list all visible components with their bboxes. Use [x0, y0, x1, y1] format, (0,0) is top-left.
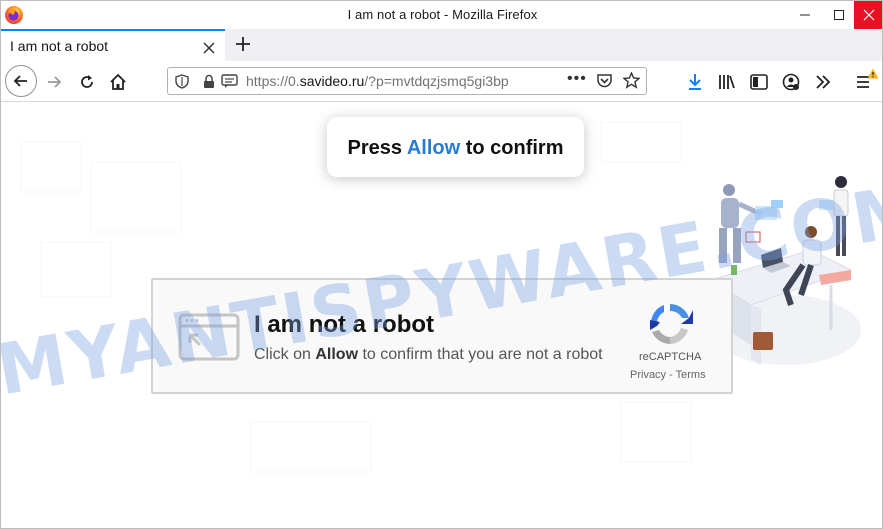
home-icon — [110, 73, 126, 90]
recaptcha-label: reCAPTCHA — [639, 351, 702, 363]
library-icon — [719, 75, 735, 89]
tab-close-icon[interactable] — [201, 36, 217, 58]
warning-icon — [867, 68, 879, 79]
url-host: savideo.ru — [299, 73, 365, 89]
tab-strip: I am not a robot — [1, 29, 882, 61]
press-allow-word: Allow — [406, 137, 461, 159]
recaptcha-logo-icon — [650, 304, 693, 344]
account-button[interactable] — [776, 67, 806, 97]
close-window-button[interactable] — [854, 1, 882, 29]
forward-icon — [48, 76, 62, 88]
maximize-button[interactable] — [825, 1, 853, 29]
lock-icon[interactable] — [203, 74, 215, 89]
browser-window: I am not a robot - Mozilla Firefox I am … — [0, 0, 883, 529]
captcha-instructions: Click on Allow to confirm that you are n… — [254, 346, 603, 364]
minimize-icon — [800, 14, 810, 16]
downloads-button[interactable] — [680, 67, 710, 97]
new-tab-button[interactable] — [232, 31, 254, 57]
download-icon — [689, 74, 701, 90]
title-bar: I am not a robot - Mozilla Firefox — [1, 1, 882, 29]
url-text[interactable]: https://0.savideo.ru/?p=mvtdqzjsmq5gi3bp — [246, 73, 562, 89]
url-path: /?p=mvtdqzjsmq5gi3bp — [364, 73, 509, 89]
url-bar[interactable]: https://0.savideo.ru/?p=mvtdqzjsmq5gi3bp… — [167, 67, 647, 95]
overflow-button[interactable] — [808, 67, 838, 97]
permissions-icon[interactable] — [221, 74, 238, 89]
sidebar-icon — [750, 74, 768, 90]
back-icon — [13, 75, 27, 87]
pocket-icon[interactable] — [596, 73, 613, 89]
overflow-icon — [816, 75, 831, 89]
menu-button[interactable] — [849, 67, 879, 97]
press-prefix: Press — [347, 137, 402, 159]
library-button[interactable] — [712, 67, 742, 97]
close-icon — [863, 9, 875, 21]
plus-icon — [236, 37, 250, 51]
minimize-button[interactable] — [791, 1, 819, 29]
url-scheme: https://0. — [246, 73, 300, 89]
star-icon[interactable] — [623, 72, 640, 89]
page-content: Press Allow to confirm I am not a robot … — [1, 102, 882, 528]
page-actions-icon[interactable]: ••• — [567, 70, 587, 88]
captcha-sub-suffix: to confirm that you are not a robot — [362, 346, 603, 363]
fake-captcha-box[interactable]: I am not a robot Click on Allow to confi… — [151, 278, 733, 394]
recaptcha-links[interactable]: Privacy - Terms — [630, 369, 712, 381]
reload-button[interactable] — [72, 67, 102, 97]
captcha-sub-prefix: Click on — [254, 346, 311, 363]
tab-label: I am not a robot — [10, 38, 109, 54]
maximize-icon — [834, 10, 844, 20]
press-allow-prompt: Press Allow to confirm — [327, 117, 584, 177]
tab-active[interactable]: I am not a robot — [1, 29, 225, 61]
browser-window-icon — [178, 313, 240, 361]
sidebar-button[interactable] — [744, 67, 774, 97]
captcha-sub-allow: Allow — [315, 346, 359, 363]
account-icon — [782, 73, 800, 91]
window-title: I am not a robot - Mozilla Firefox — [347, 7, 538, 22]
shield-icon[interactable] — [175, 74, 189, 89]
press-suffix: to confirm — [465, 137, 564, 159]
forward-button[interactable] — [39, 67, 69, 97]
captcha-title: I am not a robot — [254, 311, 434, 338]
back-button[interactable] — [5, 65, 37, 97]
navigation-toolbar: https://0.savideo.ru/?p=mvtdqzjsmq5gi3bp… — [1, 61, 882, 102]
home-button[interactable] — [103, 67, 133, 97]
reload-icon — [81, 75, 93, 88]
